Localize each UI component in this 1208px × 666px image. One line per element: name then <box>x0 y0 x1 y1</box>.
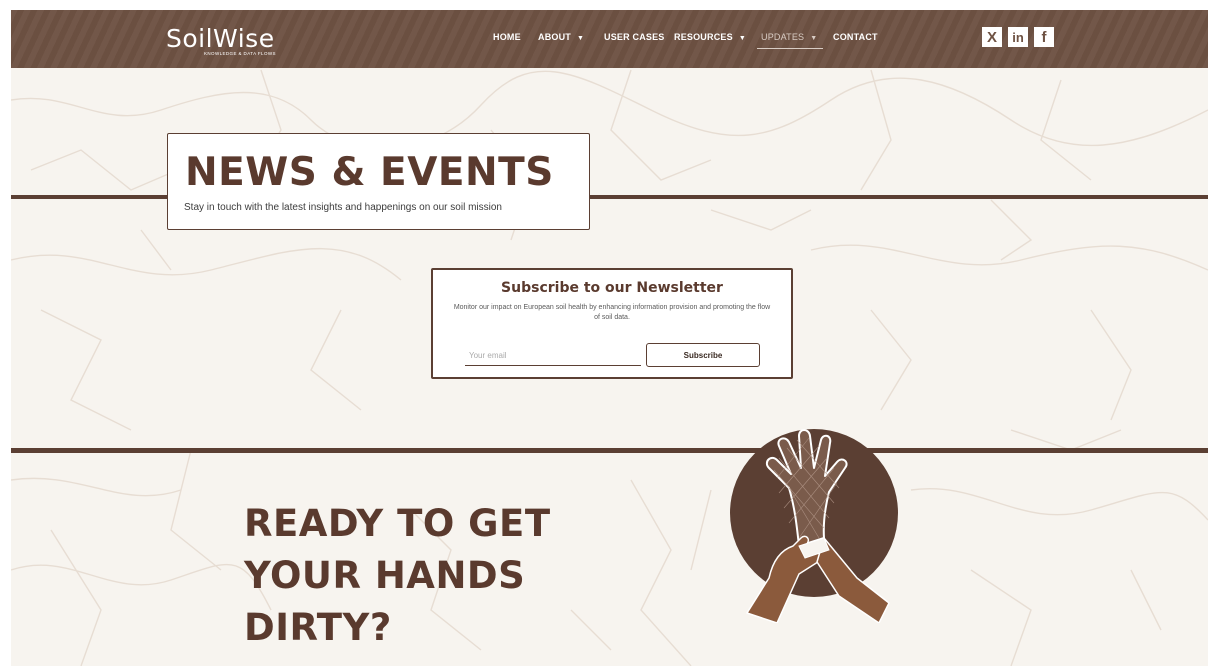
linkedin-icon[interactable]: in <box>1008 27 1028 47</box>
facebook-glyph: f <box>1041 29 1047 46</box>
chevron-down-icon: ▼ <box>577 35 585 42</box>
nav-item-label: UPDATES <box>761 32 805 42</box>
nav-item-about[interactable]: ABOUT ▼ <box>538 32 584 42</box>
nav-item-label: CONTACT <box>833 32 878 42</box>
chevron-down-icon: ▼ <box>810 35 818 42</box>
newsletter-title: Subscribe to our Newsletter <box>501 280 723 296</box>
linkedin-glyph: in <box>1012 30 1024 45</box>
logo-tagline: KNOWLEDGE & DATA FLOWS <box>204 51 276 56</box>
chevron-down-icon: ▼ <box>738 35 746 42</box>
logo-wordmark: SoilWise <box>166 24 275 53</box>
cta-heading: READY TO GET YOUR HANDS DIRTY? <box>244 502 551 649</box>
x-glyph: X <box>986 29 997 46</box>
nav-item-resources[interactable]: RESOURCES ▼ <box>674 32 746 42</box>
page: SoilWise KNOWLEDGE & DATA FLOWS HOME ABO… <box>11 10 1208 666</box>
email-input[interactable] <box>465 346 641 366</box>
subscribe-button[interactable]: Subscribe <box>646 343 760 367</box>
section-divider-line <box>11 448 1208 453</box>
page-subtitle: Stay in touch with the latest insights a… <box>184 202 502 213</box>
nav-item-label: USER CASES <box>604 32 665 42</box>
nav-item-label: RESOURCES <box>674 32 733 42</box>
x-icon[interactable]: X <box>982 27 1002 47</box>
nav-item-home[interactable]: HOME <box>493 32 521 42</box>
soilwise-logo[interactable]: SoilWise KNOWLEDGE & DATA FLOWS <box>166 24 276 58</box>
nav-item-label: HOME <box>493 32 521 42</box>
gloved-hands-illustration <box>730 429 898 623</box>
nav-item-label: ABOUT <box>538 32 571 42</box>
facebook-icon[interactable]: f <box>1034 27 1054 47</box>
page-title: NEWS & EVENTS <box>185 150 554 195</box>
nav-item-user-cases[interactable]: USER CASES <box>604 32 665 42</box>
top-navigation-bar: SoilWise KNOWLEDGE & DATA FLOWS HOME ABO… <box>11 10 1208 68</box>
nav-item-contact[interactable]: CONTACT <box>833 32 878 42</box>
nav-item-updates[interactable]: UPDATES ▼ <box>756 32 824 49</box>
newsletter-description: Monitor our impact on European soil heal… <box>453 304 771 321</box>
news-events-title-card: NEWS & EVENTS Stay in touch with the lat… <box>167 133 590 230</box>
newsletter-signup-box: Subscribe to our Newsletter Monitor our … <box>431 268 793 379</box>
